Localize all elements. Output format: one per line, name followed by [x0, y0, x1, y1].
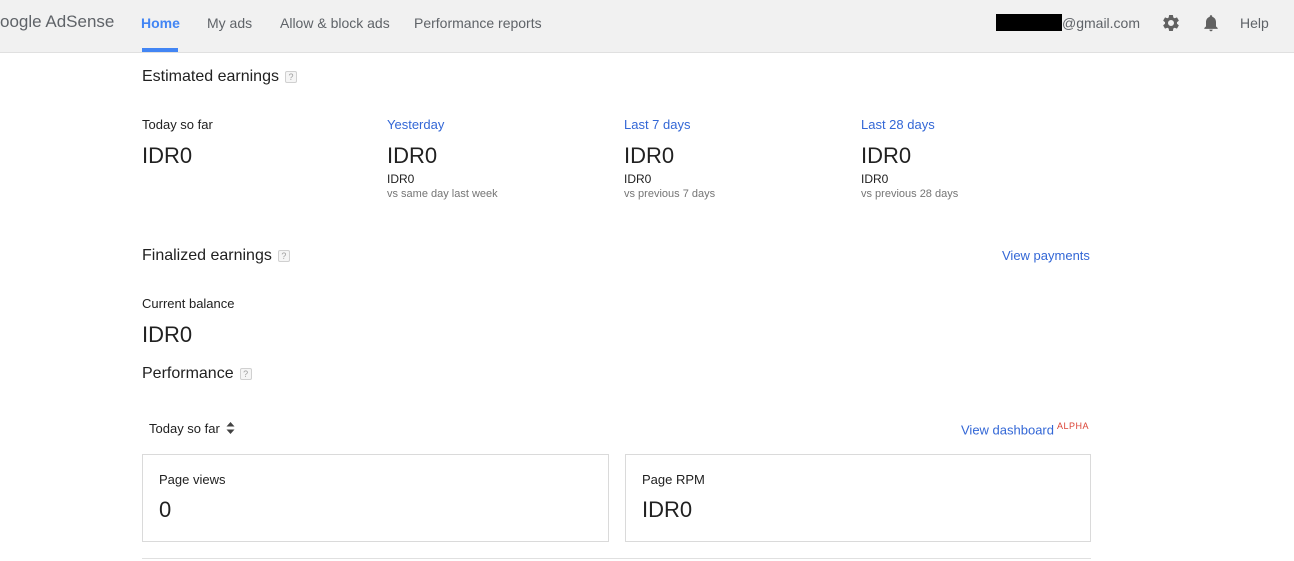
period-yesterday-compare-label: vs same day last week: [387, 188, 498, 200]
active-tab-indicator: [142, 48, 178, 52]
help-icon[interactable]: ?: [284, 71, 297, 83]
page-views-label: Page views: [159, 472, 226, 487]
period-28days-link[interactable]: Last 28 days: [861, 117, 935, 132]
view-dashboard-label: View dashboard: [961, 422, 1054, 438]
bell-icon[interactable]: [1201, 13, 1221, 33]
period-yesterday-value: IDR0: [387, 143, 438, 168]
period-today-label: Today so far: [142, 117, 213, 132]
email-domain: @gmail.com: [1062, 15, 1141, 31]
performance-title: Performance: [142, 365, 234, 382]
tab-performance-reports[interactable]: Performance reports: [414, 15, 542, 31]
page-views-card: Page views 0: [142, 454, 609, 542]
tab-allow-block-ads[interactable]: Allow & block ads: [280, 15, 390, 31]
period-28days-compare-label: vs previous 28 days: [861, 188, 959, 200]
logo-product: AdSense: [45, 12, 115, 31]
page-views-value: 0: [159, 497, 172, 522]
tab-home[interactable]: Home: [141, 15, 180, 31]
gear-icon[interactable]: [1161, 13, 1181, 33]
period-7days-compare-value: IDR0: [624, 172, 652, 186]
current-balance-value: IDR0: [142, 322, 193, 347]
estimated-earnings-heading: Estimated earnings?: [142, 68, 297, 86]
redacted-username: [996, 14, 1062, 31]
alpha-badge: ALPHA: [1057, 421, 1090, 431]
view-payments-link[interactable]: View payments: [1002, 248, 1090, 263]
date-range-select[interactable]: Today so far: [149, 421, 235, 436]
period-7days-compare-label: vs previous 7 days: [624, 188, 716, 200]
page-rpm-label: Page RPM: [642, 472, 705, 487]
performance-heading: Performance?: [142, 365, 252, 383]
estimated-earnings-title: Estimated earnings: [142, 68, 279, 85]
period-7days-value: IDR0: [624, 143, 675, 168]
logo-prefix: oogle: [0, 12, 46, 31]
sort-arrows-icon: [226, 422, 235, 434]
help-icon[interactable]: ?: [277, 250, 290, 262]
finalized-earnings-title: Finalized earnings: [142, 247, 272, 264]
tab-my-ads[interactable]: My ads: [207, 15, 252, 31]
account-email[interactable]: @gmail.com: [996, 14, 1140, 31]
finalized-earnings-heading: Finalized earnings?: [142, 247, 290, 265]
period-yesterday-link[interactable]: Yesterday: [387, 117, 444, 132]
date-range-value: Today so far: [149, 421, 220, 436]
period-28days-compare-value: IDR0: [861, 172, 889, 186]
page-rpm-card: Page RPM IDR0: [625, 454, 1091, 542]
help-icon[interactable]: ?: [239, 368, 252, 380]
section-divider: [142, 558, 1091, 559]
page-rpm-value: IDR0: [642, 497, 693, 522]
period-yesterday-compare-value: IDR0: [387, 172, 415, 186]
adsense-logo[interactable]: oogle AdSense: [0, 12, 114, 32]
period-7days-link[interactable]: Last 7 days: [624, 117, 691, 132]
view-dashboard-link[interactable]: View dashboard ALPHA: [961, 421, 1089, 437]
top-bar: oogle AdSense Home My ads Allow & block …: [0, 0, 1294, 53]
current-balance-label: Current balance: [142, 296, 235, 311]
help-link[interactable]: Help: [1240, 15, 1269, 31]
period-28days-value: IDR0: [861, 143, 912, 168]
period-today-value: IDR0: [142, 143, 193, 168]
